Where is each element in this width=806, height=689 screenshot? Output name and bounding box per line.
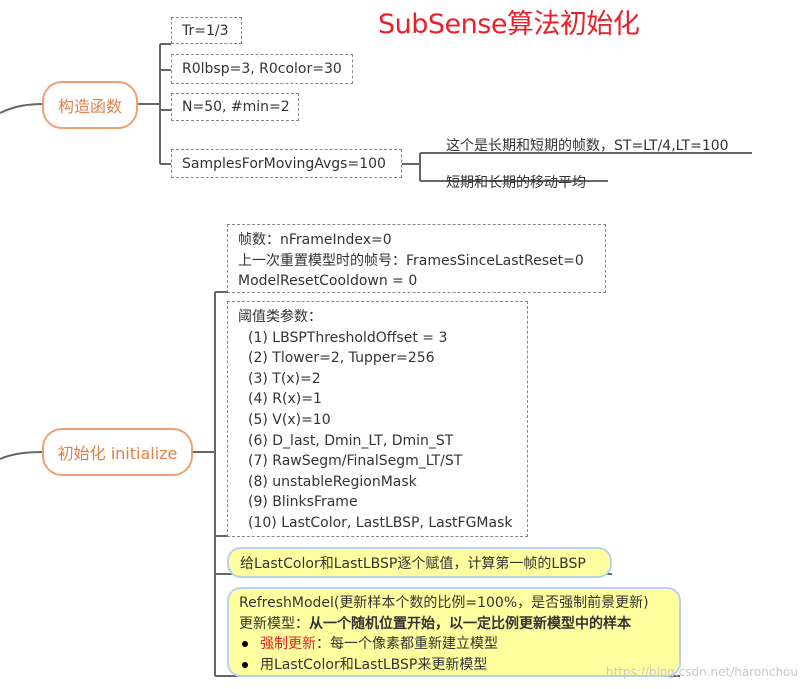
threshold-item: (1) LBSPThresholdOffset = 3 bbox=[248, 329, 448, 346]
frames-note[interactable]: 这个是长期和短期的帧数，ST=LT/4,LT=100 bbox=[446, 135, 729, 155]
bullet-force-update: 强制更新 ：每一个像素都重新建立模型 bbox=[239, 634, 669, 655]
threshold-item: (2) Tlower=2, Tupper=256 bbox=[248, 350, 435, 367]
initialize-node[interactable]: 初始化 initialize bbox=[42, 428, 193, 476]
bullet-update-with-last: 用LastColor和LastLBSP来更新模型 bbox=[239, 655, 669, 676]
constructor-node[interactable]: 构造函数 bbox=[42, 81, 138, 129]
update-model-prefix: 更新模型： bbox=[239, 615, 309, 632]
threshold-item: (5) V(x)=10 bbox=[248, 411, 331, 428]
refresh-model-box[interactable]: RefreshModel(更新样本个数的比例=100%，是否强制前景更新) 更新… bbox=[227, 587, 681, 677]
threshold-item: (6) D_last, Dmin_LT, Dmin_ST bbox=[248, 432, 454, 449]
threshold-item: (4) R(x)=1 bbox=[248, 391, 322, 408]
n-min-box[interactable]: N=50, #min=2 bbox=[171, 93, 299, 121]
n-min-text: N=50, #min=2 bbox=[182, 99, 290, 115]
watermark: https://blog.csdn.net/haronchou bbox=[605, 665, 798, 679]
reset-cooldown-line: ModelResetCooldown = 0 bbox=[238, 273, 418, 290]
assign-lbsp-text: 给LastColor和LastLBSP逐个赋值，计算第一帧的LBSP bbox=[240, 555, 586, 572]
tr-box[interactable]: Tr=1/3 bbox=[171, 17, 242, 44]
tr-text: Tr=1/3 bbox=[182, 22, 229, 39]
threshold-header: 阈值类参数： bbox=[238, 309, 322, 325]
update-with-last-text: 用LastColor和LastLBSP来更新模型 bbox=[260, 656, 488, 673]
threshold-item: (8) unstableRegionMask bbox=[248, 473, 417, 490]
moving-avg-note[interactable]: 短期和长期的移动平均 bbox=[446, 172, 586, 192]
diagram-title: SubSense算法初始化 bbox=[378, 9, 640, 40]
update-model-line: 更新模型：从一个随机位置开始，以一定比例更新模型中的样本 bbox=[239, 614, 669, 635]
threshold-item: (9) BlinksFrame bbox=[248, 494, 358, 511]
threshold-item: (3) T(x)=2 bbox=[248, 370, 321, 387]
force-update-detail: ：每一个像素都重新建立模型 bbox=[316, 636, 498, 652]
update-model-detail: 从一个随机位置开始，以一定比例更新模型中的样本 bbox=[309, 615, 631, 632]
frame-index-box[interactable]: 帧数：nFrameIndex=0 上一次重置模型时的帧号：FramesSince… bbox=[227, 224, 606, 293]
r0-text: R0lbsp=3, R0color=30 bbox=[182, 61, 342, 77]
bullet-dot-icon bbox=[242, 661, 248, 668]
r0-box[interactable]: R0lbsp=3, R0color=30 bbox=[171, 54, 353, 84]
refresh-model-line: RefreshModel(更新样本个数的比例=100%，是否强制前景更新) bbox=[239, 595, 649, 611]
threshold-item: (10) LastColor, LastLBSP, LastFGMask bbox=[248, 514, 513, 531]
last-reset-line: 上一次重置模型时的帧号：FramesSinceLastReset=0 bbox=[238, 252, 584, 269]
threshold-item: (7) RawSegm/FinalSegm_LT/ST bbox=[248, 453, 463, 470]
assign-lbsp-box[interactable]: 给LastColor和LastLBSP逐个赋值，计算第一帧的LBSP bbox=[227, 547, 612, 578]
samples-box[interactable]: SamplesForMovingAvgs=100 bbox=[171, 149, 402, 178]
force-update-label: 强制更新 bbox=[260, 636, 316, 652]
threshold-params-box[interactable]: 阈值类参数： (1) LBSPThresholdOffset = 3 (2) T… bbox=[227, 301, 528, 537]
bullet-dot-icon bbox=[242, 641, 248, 648]
samples-text: SamplesForMovingAvgs=100 bbox=[182, 155, 386, 172]
frame-index-line: 帧数：nFrameIndex=0 bbox=[238, 232, 392, 248]
